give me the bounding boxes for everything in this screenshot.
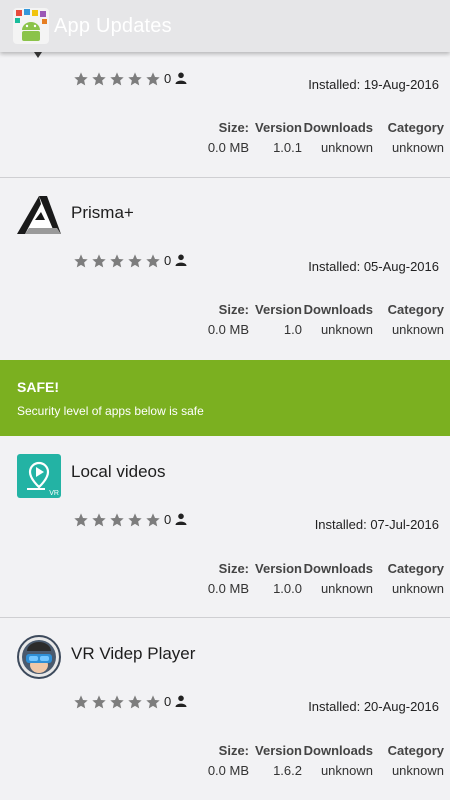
star-icon bbox=[146, 513, 160, 527]
size-header: Size: bbox=[218, 561, 249, 576]
size-header: Size: bbox=[218, 120, 249, 135]
downloads-header: Downloads bbox=[303, 561, 373, 576]
version-header: Version bbox=[255, 120, 302, 135]
dropdown-arrow-icon[interactable] bbox=[34, 52, 42, 58]
app-updates-logo-icon bbox=[13, 8, 49, 44]
star-icon bbox=[110, 695, 124, 709]
star-icon bbox=[110, 254, 124, 268]
installed-date: Installed: 19-Aug-2016 bbox=[308, 77, 439, 92]
downloads-value: unknown bbox=[320, 322, 373, 337]
safe-banner-title: SAFE! bbox=[17, 379, 59, 395]
star-icon bbox=[74, 513, 88, 527]
app-name: Local videos bbox=[71, 462, 166, 481]
star-icon bbox=[110, 72, 124, 86]
star-icon bbox=[128, 72, 142, 86]
downloads-value: unknown bbox=[320, 763, 373, 778]
category-value: unknown bbox=[391, 581, 444, 596]
installed-date: Installed: 07-Jul-2016 bbox=[314, 517, 439, 532]
safe-banner-description: Security level of apps below is safe bbox=[17, 404, 204, 418]
app-bar: App Updates bbox=[0, 0, 450, 52]
app-list-item[interactable]: VR Videp Player 0 Installed: 20-Aug-2016… bbox=[0, 618, 450, 800]
rating-count: 0 bbox=[164, 253, 172, 268]
rating-stars bbox=[73, 512, 163, 528]
downloads-header: Downloads bbox=[303, 120, 373, 135]
star-icon bbox=[92, 513, 106, 527]
prisma-logo-icon bbox=[17, 196, 61, 234]
star-icon bbox=[146, 72, 160, 86]
category-header: Category bbox=[387, 302, 444, 317]
star-icon bbox=[74, 254, 88, 268]
version-value: 1.0.1 bbox=[273, 140, 302, 155]
version-value: 1.6.2 bbox=[273, 763, 302, 778]
app-name: Prisma+ bbox=[71, 203, 134, 222]
installed-date: Installed: 20-Aug-2016 bbox=[308, 699, 439, 714]
app-list-item[interactable]: Prisma+ 0 Installed: 05-Aug-2016 Size: V… bbox=[0, 178, 450, 360]
star-icon bbox=[74, 72, 88, 86]
version-header: Version bbox=[255, 561, 302, 576]
size-value: 0.0 MB bbox=[207, 581, 249, 596]
size-value: 0.0 MB bbox=[207, 140, 249, 155]
local-videos-icon: VR bbox=[17, 454, 61, 498]
category-value: unknown bbox=[391, 140, 444, 155]
downloads-value: unknown bbox=[320, 140, 373, 155]
page-title: App Updates bbox=[54, 14, 172, 37]
category-header: Category bbox=[387, 561, 444, 576]
installed-date: Installed: 05-Aug-2016 bbox=[308, 259, 439, 274]
star-icon bbox=[128, 513, 142, 527]
downloads-header: Downloads bbox=[303, 743, 373, 758]
vr-badge: VR bbox=[49, 490, 59, 497]
size-value: 0.0 MB bbox=[207, 763, 249, 778]
rating-stars bbox=[73, 71, 163, 87]
star-icon bbox=[128, 695, 142, 709]
star-icon bbox=[146, 695, 160, 709]
downloads-value: unknown bbox=[320, 581, 373, 596]
category-header: Category bbox=[387, 743, 444, 758]
category-value: unknown bbox=[391, 763, 444, 778]
safe-banner: SAFE! Security level of apps below is sa… bbox=[0, 360, 450, 436]
app-list-item[interactable]: VR Local videos 0 Installed: 07-Jul-2016… bbox=[0, 436, 450, 618]
rating-count: 0 bbox=[164, 512, 172, 527]
person-icon bbox=[175, 513, 187, 525]
star-icon bbox=[92, 254, 106, 268]
category-header: Category bbox=[387, 120, 444, 135]
rating-count: 0 bbox=[164, 71, 172, 86]
person-icon bbox=[175, 695, 187, 707]
size-header: Size: bbox=[218, 302, 249, 317]
app-screen: App Updates 0 Installed: 19-Aug-2016 Siz… bbox=[0, 0, 450, 800]
app-name: VR Videp Player bbox=[71, 644, 196, 663]
star-icon bbox=[146, 254, 160, 268]
star-icon bbox=[92, 695, 106, 709]
category-value: unknown bbox=[391, 322, 444, 337]
rating-stars bbox=[73, 253, 163, 269]
person-icon bbox=[175, 254, 187, 266]
vr-headset-avatar-icon bbox=[17, 635, 61, 679]
person-icon bbox=[175, 72, 187, 84]
size-header: Size: bbox=[218, 743, 249, 758]
rating-stars bbox=[73, 694, 163, 710]
star-icon bbox=[128, 254, 142, 268]
version-value: 1.0 bbox=[283, 322, 302, 337]
star-icon bbox=[110, 513, 124, 527]
star-icon bbox=[92, 72, 106, 86]
version-header: Version bbox=[255, 743, 302, 758]
version-value: 1.0.0 bbox=[273, 581, 302, 596]
size-value: 0.0 MB bbox=[207, 322, 249, 337]
version-header: Version bbox=[255, 302, 302, 317]
star-icon bbox=[74, 695, 88, 709]
rating-count: 0 bbox=[164, 694, 172, 709]
downloads-header: Downloads bbox=[303, 302, 373, 317]
